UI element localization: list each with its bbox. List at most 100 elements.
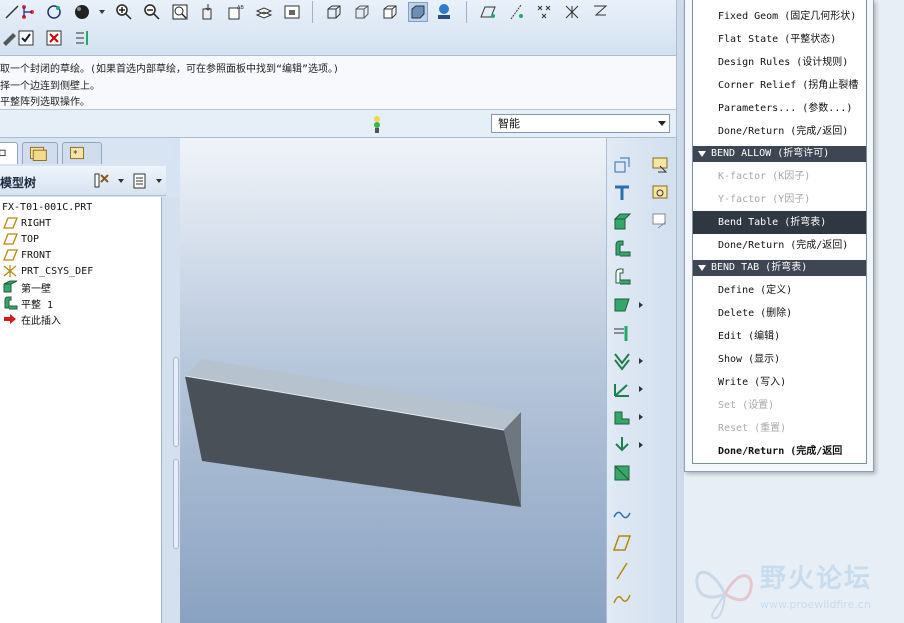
zoom-in-icon[interactable]	[114, 2, 134, 22]
accept-icon[interactable]	[16, 28, 36, 48]
tab-folder-browser[interactable]	[22, 142, 58, 164]
datum-plane-icon	[2, 216, 18, 230]
convert-icon[interactable]	[611, 154, 633, 176]
tree-item-first-wall[interactable]: 第一壁	[2, 279, 51, 295]
menu-item-parameters[interactable]: Parameters... (参数...)	[693, 97, 866, 120]
svg-text:AB: AB	[237, 5, 244, 11]
annotation-toggle-icon[interactable]	[590, 2, 610, 22]
tree-item-top[interactable]: TOP	[2, 231, 39, 247]
no-hidden-icon[interactable]	[380, 2, 400, 22]
tree-item-label: TOP	[21, 233, 40, 245]
chevron-down-icon[interactable]	[92, 2, 112, 22]
model-tree-header: 模型树	[0, 166, 166, 196]
message-line: 平整阵列选取操作。	[0, 97, 90, 108]
splitter-grip[interactable]	[173, 459, 179, 549]
menu-item-flat-state[interactable]: Flat State (平整状态)	[693, 28, 866, 51]
tree-item-front[interactable]: FRONT	[2, 247, 51, 263]
menu-item-design-rules[interactable]: Design Rules (设计规则)	[693, 51, 866, 74]
analysis-tool-icon[interactable]	[649, 210, 671, 232]
view-manager-icon[interactable]	[282, 2, 302, 22]
bend-back-icon[interactable]	[611, 434, 633, 456]
sheetmetal-part-model[interactable]	[180, 138, 606, 623]
shaded-icon[interactable]	[408, 2, 428, 22]
tree-item-flat-wall[interactable]: 平整 1	[2, 295, 53, 311]
menu-item-fixed-geom[interactable]: Fixed Geom (固定几何形状)	[693, 5, 866, 28]
refit-icon[interactable]	[170, 2, 190, 22]
relations-icon[interactable]	[72, 28, 92, 48]
tree-item-label: FRONT	[21, 249, 52, 261]
datum-point-toggle-icon[interactable]	[534, 2, 554, 22]
flyout-arrow[interactable]	[639, 302, 643, 308]
datum-plane-tool-icon[interactable]	[611, 532, 633, 554]
splitter-grip[interactable]	[173, 357, 179, 447]
unattached-wall-icon[interactable]	[611, 182, 633, 204]
csys-toggle-icon[interactable]	[562, 2, 582, 22]
flat-pattern-icon[interactable]	[611, 462, 633, 484]
flyout-arrow[interactable]	[639, 442, 643, 448]
menu-item-corner-relief[interactable]: Corner Relief (拐角止裂槽	[693, 74, 866, 97]
menu-item-define[interactable]: Define (定义)	[693, 279, 866, 302]
menu-header-bend-tab[interactable]: BEND TAB (折弯表)	[693, 260, 866, 276]
menu-item-write[interactable]: Write (写入)	[693, 371, 866, 394]
tree-structure-icon[interactable]	[18, 2, 38, 22]
menu-header-bend-allow[interactable]: BEND ALLOW (折弯许可)	[693, 146, 866, 162]
unbend-icon[interactable]	[611, 406, 633, 428]
extruded-wall-icon[interactable]	[611, 210, 633, 232]
flyout-arrow[interactable]	[639, 386, 643, 392]
datum-csys-tool-icon[interactable]	[649, 182, 671, 204]
svg-text:*: *	[73, 149, 77, 159]
datum-axis-toggle-icon[interactable]	[506, 2, 526, 22]
tree-item-label: 在此插入	[21, 315, 61, 327]
navigator-tabs: *	[0, 138, 170, 166]
appearance-icon[interactable]	[434, 2, 454, 22]
menu-item-show[interactable]: Show (显示)	[693, 348, 866, 371]
traffic-light-icon	[370, 114, 384, 134]
menu-item-reset: Reset (重置)	[718, 423, 787, 434]
flyout-arrow[interactable]	[639, 414, 643, 420]
saved-views-icon[interactable]: AB	[226, 2, 246, 22]
cancel-icon[interactable]	[44, 28, 64, 48]
wireframe-icon[interactable]	[324, 2, 344, 22]
datum-axis-tool-icon[interactable]	[611, 560, 633, 582]
regenerate-icon[interactable]	[44, 2, 64, 22]
menu-item-set: Set (设置)	[718, 400, 775, 411]
tree-item-label: 第一壁	[21, 283, 51, 295]
reorient-icon[interactable]	[198, 2, 218, 22]
hidden-line-icon[interactable]	[352, 2, 372, 22]
extend-wall-icon[interactable]	[611, 294, 633, 316]
bend-icon[interactable]	[611, 350, 633, 372]
tree-item-csys[interactable]: PRT_CSYS_DEF	[2, 263, 93, 279]
panel-splitter[interactable]	[162, 197, 180, 623]
menu-item-done-return[interactable]: Done/Return (完成/返回)	[693, 120, 866, 143]
selection-filter-dropdown[interactable]: 智能	[491, 114, 670, 133]
chevron-down-icon[interactable]	[149, 171, 169, 191]
tree-columns-icon[interactable]	[130, 171, 150, 191]
shading-sphere-icon[interactable]	[72, 2, 92, 22]
chevron-down-icon[interactable]	[111, 171, 131, 191]
sketch-curve-icon[interactable]	[611, 504, 633, 526]
tree-item-right[interactable]: RIGHT	[2, 215, 51, 231]
menu-item-y-factor: Y-factor (Y因子)	[718, 194, 811, 205]
tree-settings-icon[interactable]	[92, 171, 112, 191]
flange-wall-icon[interactable]	[611, 266, 633, 288]
edge-bend-icon[interactable]	[611, 378, 633, 400]
menu-item-bend-table[interactable]: Bend Table (折弯表)	[693, 211, 866, 234]
flyout-arrow[interactable]	[639, 358, 643, 364]
flat-wall-tool-icon[interactable]	[611, 238, 633, 260]
menu-item-done-return-bold[interactable]: Done/Return (完成/返回	[693, 440, 866, 463]
tree-item-part[interactable]: FX-T01-001C.PRT	[2, 199, 92, 215]
split-area-icon[interactable]	[611, 322, 633, 344]
menu-item-delete[interactable]: Delete (删除)	[693, 302, 866, 325]
graphics-viewport[interactable]	[180, 138, 606, 623]
tree-item-insert-here[interactable]: 在此插入	[2, 311, 61, 327]
sketch-tool-icon[interactable]	[649, 154, 671, 176]
tab-model-tree[interactable]	[0, 142, 18, 164]
zoom-out-icon[interactable]	[142, 2, 162, 22]
layers-icon[interactable]	[254, 2, 274, 22]
datum-plane-toggle-icon[interactable]	[478, 2, 498, 22]
menu-item-done-return[interactable]: Done/Return (完成/返回)	[693, 234, 866, 257]
datum-curve-tool-icon[interactable]	[611, 588, 633, 610]
tree-item-label: PRT_CSYS_DEF	[21, 265, 94, 277]
menu-item-edit[interactable]: Edit (编辑)	[693, 325, 866, 348]
tab-favorites[interactable]: *	[62, 142, 102, 164]
